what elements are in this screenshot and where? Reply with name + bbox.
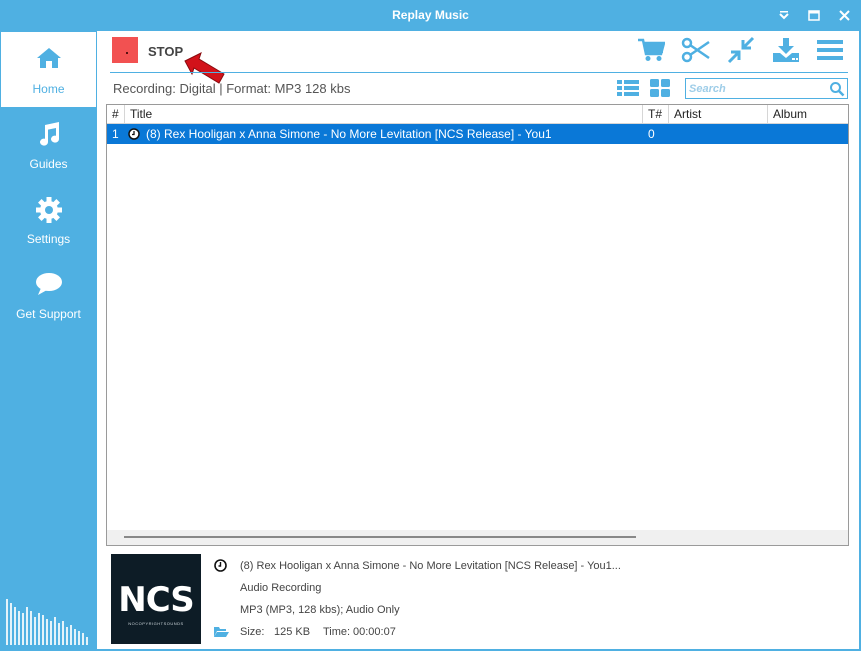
stop-button[interactable] (112, 37, 138, 63)
detail-title: (8) Rex Hooligan x Anna Simone - No More… (240, 560, 621, 572)
list-view-icon (617, 80, 639, 96)
detail-format: MP3 (MP3, 128 kbs); Audio Only (240, 604, 400, 616)
close-button[interactable] (829, 0, 859, 31)
column-header-title[interactable]: Title (125, 105, 643, 124)
sidebar-item-label: Home (32, 82, 65, 96)
row-title: (8) Rex Hooligan x Anna Simone - No More… (146, 127, 552, 141)
store-button[interactable] (635, 35, 667, 65)
grid-view-button[interactable] (648, 78, 672, 98)
editor-button[interactable] (680, 35, 712, 65)
column-header-number[interactable]: # (107, 105, 125, 124)
search-box (685, 78, 848, 99)
column-header-album[interactable]: Album (768, 105, 848, 124)
download-button[interactable] (770, 35, 802, 65)
album-art: NCS NOCOPYRIGHTSOUNDS (111, 554, 201, 644)
time-value: 00:00:07 (353, 626, 396, 638)
column-header-artist[interactable]: Artist (669, 105, 768, 124)
close-icon (838, 10, 850, 21)
scissors-icon (681, 37, 710, 63)
mini-mode-button[interactable] (725, 35, 757, 65)
audio-level-visualizer (6, 599, 88, 645)
cart-icon (638, 38, 665, 61)
sidebar-item-label: Settings (26, 232, 71, 246)
search-icon[interactable] (829, 81, 845, 97)
collapse-arrows-icon (727, 36, 755, 64)
size-value: 125 KB (274, 626, 311, 638)
album-art-logo: NCS (118, 580, 195, 620)
sidebar-item-get-support[interactable]: Get Support (0, 257, 97, 331)
open-folder-icon[interactable] (214, 626, 229, 638)
speech-bubble-icon (35, 273, 62, 295)
album-art-subtext: NOCOPYRIGHTSOUNDS (128, 621, 184, 626)
row-track-number: 0 (648, 127, 655, 141)
toolbar-divider (110, 72, 848, 73)
maximize-button[interactable] (799, 0, 829, 31)
record-dot (126, 52, 128, 54)
list-view-button[interactable] (616, 78, 640, 98)
time-label: Time: (323, 626, 351, 638)
music-note-icon (39, 122, 59, 146)
home-icon (36, 48, 61, 68)
grid-view-icon (650, 79, 670, 97)
window-title: Replay Music (392, 8, 469, 22)
maximize-icon (808, 10, 820, 21)
sidebar-item-home[interactable]: Home (1, 32, 96, 107)
sidebar-item-guides[interactable]: Guides (0, 107, 97, 181)
sidebar-item-label: Guides (29, 157, 68, 171)
table-header: # Title T# Artist Album (107, 105, 848, 124)
stop-label[interactable]: STOP (148, 44, 183, 59)
title-bar: Replay Music (0, 0, 861, 31)
table-row[interactable]: 1 (8) Rex Hooligan x Anna Simone - No Mo… (107, 124, 848, 144)
download-icon (773, 38, 799, 62)
size-label: Size: (240, 626, 265, 638)
recording-status: Recording: Digital | Format: MP3 128 kbs (113, 81, 351, 96)
horizontal-scrollbar[interactable] (107, 530, 848, 545)
recordings-table: # Title T# Artist Album 1 (8) Rex Hoolig… (106, 104, 849, 546)
menu-icon (817, 40, 843, 60)
clock-icon (128, 128, 140, 140)
gear-icon (35, 197, 62, 223)
sidebar-item-label: Get Support (16, 307, 81, 321)
row-artist (674, 124, 764, 144)
chevron-down-icon (779, 10, 789, 19)
column-header-track[interactable]: T# (643, 105, 669, 124)
main-menu-button[interactable] (814, 35, 846, 65)
pin-button[interactable] (769, 0, 799, 31)
detail-type: Audio Recording (240, 582, 322, 594)
sidebar: Home Guides Settings Get Support (0, 31, 97, 651)
sidebar-item-settings[interactable]: Settings (0, 182, 97, 256)
row-album (773, 124, 847, 144)
scrollbar-thumb[interactable] (124, 536, 636, 538)
search-input[interactable] (689, 80, 824, 97)
row-number: 1 (112, 127, 119, 141)
clock-icon (214, 559, 227, 572)
